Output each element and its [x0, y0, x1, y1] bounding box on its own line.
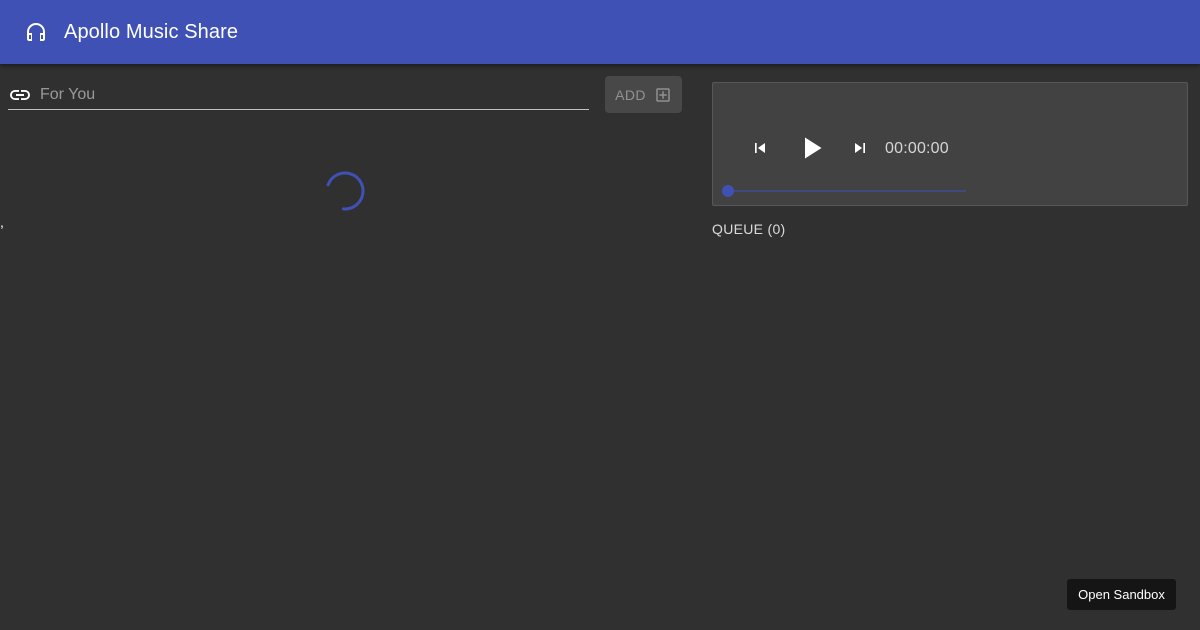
player-controls: 00:00:00 [747, 129, 949, 169]
stray-text: , [0, 214, 4, 230]
progress-slider-track[interactable] [728, 190, 966, 192]
progress-slider-thumb[interactable] [722, 185, 734, 197]
song-url-input[interactable] [40, 82, 580, 107]
add-song-panel: ADD , [0, 64, 690, 630]
open-sandbox-button[interactable]: Open Sandbox [1067, 579, 1176, 610]
skip-previous-icon [750, 138, 770, 161]
app-title: Apollo Music Share [64, 20, 239, 43]
add-song-button[interactable]: ADD [605, 76, 682, 113]
song-url-field [8, 80, 589, 110]
link-icon [8, 83, 32, 107]
previous-button[interactable] [747, 136, 773, 162]
song-player-card: 00:00:00 [712, 82, 1188, 206]
add-button-label: ADD [615, 86, 646, 103]
next-button[interactable] [847, 136, 873, 162]
add-box-icon [654, 86, 672, 104]
time-readout: 00:00:00 [885, 140, 949, 157]
queue-heading: QUEUE (0) [712, 221, 786, 237]
skip-next-icon [850, 138, 870, 161]
play-icon [793, 130, 829, 169]
play-button[interactable] [791, 129, 831, 169]
app-bar: Apollo Music Share [0, 0, 1200, 64]
headphones-icon [24, 20, 48, 44]
loading-spinner [325, 171, 365, 211]
